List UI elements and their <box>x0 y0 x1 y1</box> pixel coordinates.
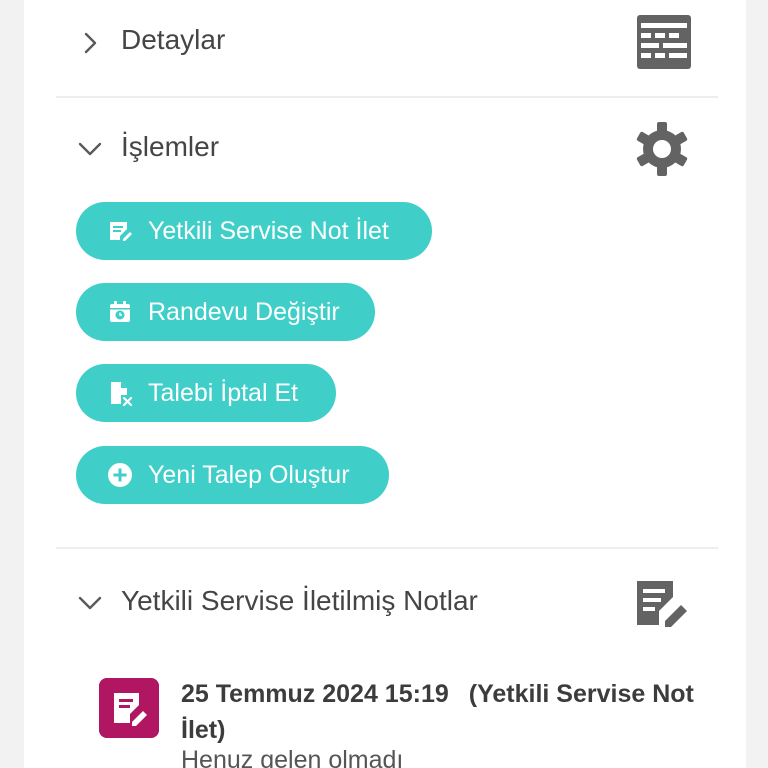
section-header-notes[interactable]: Yetkili Servise İletilmiş Notlar <box>24 562 746 642</box>
cancel-request-button[interactable]: Talebi İptal Et <box>76 364 336 422</box>
note-date: 25 Temmuz 2024 15:19 <box>181 680 449 708</box>
request-detail-card: Detaylar İşlemler Yetkili Servise Not İl… <box>24 0 746 768</box>
edit-note-icon <box>110 222 132 241</box>
table-grid-icon <box>637 15 691 69</box>
section-title-details: Detaylar <box>121 24 226 55</box>
section-header-actions[interactable]: İşlemler <box>24 108 746 188</box>
new-request-button[interactable]: Yeni Talep Oluştur <box>76 446 389 504</box>
divider <box>56 547 718 549</box>
section-title-actions: İşlemler <box>121 131 220 162</box>
change-appointment-button[interactable]: Randevu Değiştir <box>76 283 375 341</box>
send-note-button[interactable]: Yetkili Servise Not İlet <box>76 202 432 260</box>
note-text: Henuz gelen olmadı <box>181 746 404 768</box>
edit-note-icon <box>99 678 159 738</box>
chevron-down-icon <box>78 142 102 156</box>
gear-icon <box>636 122 688 176</box>
divider <box>56 96 718 98</box>
file-cancel-icon <box>111 382 133 406</box>
section-header-details[interactable]: Detaylar <box>24 2 746 82</box>
note-header: 25 Temmuz 2024 15:19 (Yetkili Servise Not… <box>181 676 701 748</box>
chevron-right-icon <box>84 32 97 54</box>
edit-note-icon <box>637 581 687 627</box>
send-note-label: Yetkili Servise Not İlet <box>148 216 389 245</box>
new-request-label: Yeni Talep Oluştur <box>148 460 350 489</box>
calendar-clock-icon <box>110 301 130 322</box>
cancel-request-label: Talebi İptal Et <box>148 378 299 407</box>
chevron-down-icon <box>78 596 102 610</box>
change-appointment-label: Randevu Değiştir <box>148 297 340 326</box>
section-title-notes: Yetkili Servise İletilmiş Notlar <box>121 585 478 616</box>
plus-circle-icon <box>108 463 132 487</box>
